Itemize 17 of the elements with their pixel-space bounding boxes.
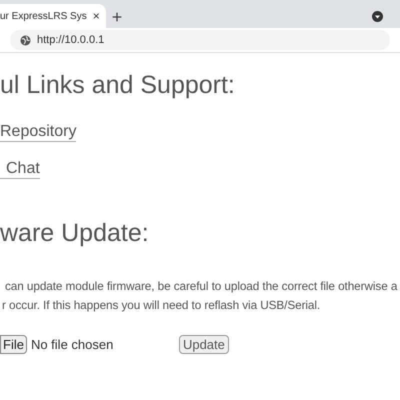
- description-text: can update module firmware, be careful to upload the correct file otherwise a: [4, 279, 398, 293]
- globe-icon: [20, 34, 31, 46]
- section-heading: ware Update:: [0, 221, 150, 246]
- browser-tab[interactable]: ur ExpressLRS Sys ×: [0, 4, 106, 28]
- link[interactable]: Chat: [0, 160, 40, 179]
- url-text: http://10.0.0.1: [37, 32, 104, 48]
- profile-icon[interactable]: [372, 11, 383, 22]
- description-text: r occur. If this happens you will need to reflash via USB/Serial.: [1, 298, 322, 312]
- update-button[interactable]: Update: [178, 335, 229, 354]
- close-icon[interactable]: ×: [92, 10, 100, 22]
- file-status: No file chosen: [30, 336, 114, 354]
- choose-file-button[interactable]: File: [0, 335, 27, 354]
- section-heading: ul Links and Support:: [0, 73, 236, 98]
- link[interactable]: Repository: [0, 123, 76, 142]
- tab-title: ur ExpressLRS Sys: [0, 10, 87, 24]
- new-tab-button[interactable]: +: [112, 8, 122, 26]
- address-bar[interactable]: http://10.0.0.1: [10, 30, 390, 50]
